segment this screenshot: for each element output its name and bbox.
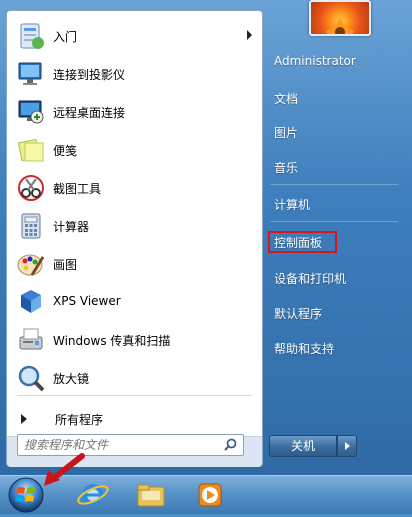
- xps-viewer-icon: [15, 286, 47, 318]
- submenu-arrow-icon[interactable]: [247, 30, 252, 40]
- taskbar-explorer[interactable]: [133, 478, 169, 512]
- right-item-help-support[interactable]: 帮助和支持: [274, 340, 334, 357]
- program-label: 截图工具: [53, 182, 102, 196]
- program-item-xps-viewer[interactable]: XPS Viewer: [7, 283, 262, 321]
- taskbar-media-player[interactable]: [192, 478, 228, 512]
- remote-desktop-icon: [15, 96, 47, 128]
- projector-icon: [15, 58, 47, 90]
- program-item-getting-started[interactable]: 入门: [7, 17, 262, 55]
- right-item-pictures[interactable]: 图片: [274, 124, 298, 141]
- pinned-programs-list: 入门 连接到投影仪 远程桌面连接 便笺 截图工具 计算器 画图 XPS View…: [7, 17, 262, 397]
- paint-icon: [15, 248, 47, 280]
- program-item-fax-scan[interactable]: Windows 传真和扫描: [7, 321, 262, 359]
- program-item-remote-desktop[interactable]: 远程桌面连接: [7, 93, 262, 131]
- right-item-documents[interactable]: 文档: [274, 90, 298, 107]
- divider: [270, 184, 398, 185]
- program-label: 计算器: [53, 220, 90, 234]
- getting-started-icon: [15, 20, 47, 52]
- divider: [17, 395, 252, 396]
- program-label: 画图: [53, 258, 78, 272]
- program-item-snipping-tool[interactable]: 截图工具: [7, 169, 262, 207]
- program-label: Windows 传真和扫描: [53, 334, 171, 348]
- user-avatar[interactable]: [309, 0, 371, 36]
- calculator-icon: [15, 210, 47, 242]
- right-item-computer[interactable]: 计算机: [274, 196, 310, 213]
- shutdown-options-button[interactable]: [337, 435, 357, 457]
- highlight-box: [268, 231, 337, 253]
- program-label: 连接到投影仪: [53, 68, 126, 82]
- chevron-right-icon: [345, 442, 350, 450]
- flower-picture-icon: [326, 18, 354, 34]
- program-label: 便笺: [53, 144, 78, 158]
- program-item-projector[interactable]: 连接到投影仪: [7, 55, 262, 93]
- program-item-calculator[interactable]: 计算器: [7, 207, 262, 245]
- all-programs-label: 所有程序: [55, 413, 104, 427]
- program-item-magnifier[interactable]: 放大镜: [7, 359, 262, 397]
- program-label: 远程桌面连接: [53, 106, 126, 120]
- program-item-paint[interactable]: 画图: [7, 245, 262, 283]
- right-item-user[interactable]: Administrator: [274, 54, 356, 68]
- right-item-music[interactable]: 音乐: [274, 159, 298, 176]
- snipping-tool-icon: [15, 172, 47, 204]
- folder-icon: [137, 484, 165, 507]
- media-player-icon: [198, 483, 222, 507]
- right-item-default-programs[interactable]: 默认程序: [274, 305, 322, 322]
- programs-pane: 入门 连接到投影仪 远程桌面连接 便笺 截图工具 计算器 画图 XPS View…: [6, 10, 263, 467]
- right-item-devices-printers[interactable]: 设备和打印机: [274, 270, 346, 287]
- annotation-arrow-icon: [44, 453, 85, 486]
- program-item-sticky-notes[interactable]: 便笺: [7, 131, 262, 169]
- all-programs-button[interactable]: 所有程序: [21, 409, 251, 429]
- magnifier-icon: [15, 362, 47, 394]
- expand-arrow-icon: [21, 414, 27, 424]
- program-label: XPS Viewer: [53, 294, 121, 308]
- program-label: 放大镜: [53, 372, 90, 386]
- search-icon[interactable]: [224, 438, 237, 455]
- sticky-notes-icon: [15, 134, 47, 166]
- shutdown-button[interactable]: 关机: [269, 435, 337, 457]
- program-label: 入门: [53, 30, 78, 44]
- divider: [270, 221, 398, 222]
- fax-scan-icon: [15, 324, 47, 356]
